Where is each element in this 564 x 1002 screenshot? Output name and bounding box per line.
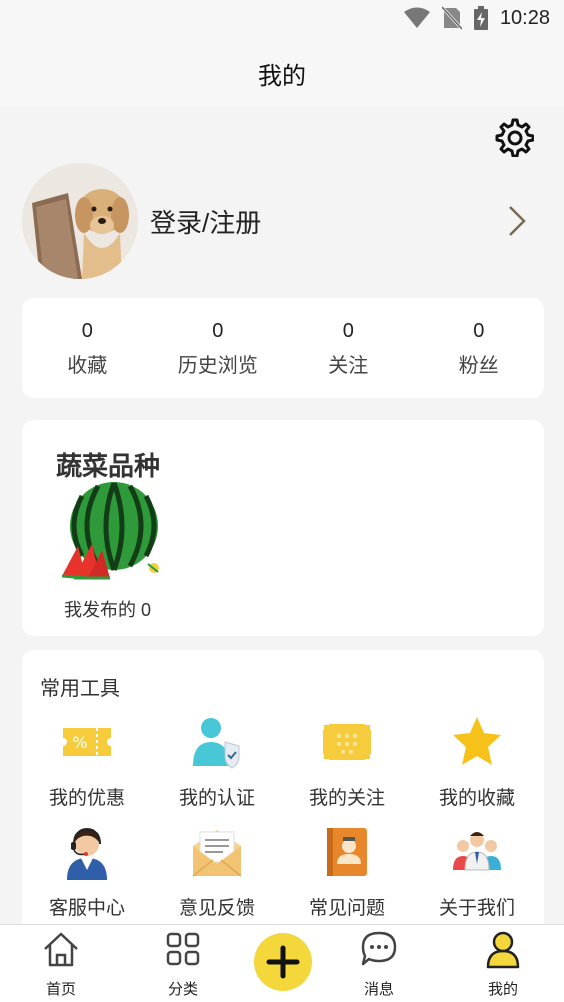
tab-messages[interactable]: 消息 <box>334 929 424 999</box>
tool-label: 我的认证 <box>178 788 255 809</box>
profile-icon <box>486 931 520 969</box>
tab-label: 消息 <box>363 981 394 998</box>
tool-my-certification[interactable]: 我的认证 <box>152 714 282 810</box>
tool-my-favorites[interactable]: 我的收藏 <box>412 714 542 810</box>
stat-label: 收藏 <box>67 355 108 377</box>
avatar[interactable] <box>22 163 138 279</box>
tool-label: 常见问题 <box>308 898 385 919</box>
no-sim-icon <box>441 6 462 30</box>
stats-card: 0 收藏 0 历史浏览 0 关注 0 粉丝 <box>22 298 544 398</box>
tool-label: 我的关注 <box>308 788 385 809</box>
battery-charging-icon <box>473 6 488 30</box>
profile-row[interactable]: 登录/注册 <box>22 163 542 279</box>
tab-label: 我的 <box>487 981 518 998</box>
grid-icon <box>166 932 200 966</box>
publish-button[interactable] <box>254 933 312 991</box>
tool-label: 我的收藏 <box>438 788 515 809</box>
tool-label: 关于我们 <box>438 898 515 919</box>
tab-label: 首页 <box>45 981 76 998</box>
certification-icon <box>193 718 240 769</box>
tool-customer-service[interactable]: 客服中心 <box>22 824 152 920</box>
tool-label: 我的优惠 <box>48 788 125 809</box>
stat-value: 0 <box>342 320 354 342</box>
page-title: 我的 <box>258 63 306 90</box>
tool-faq[interactable]: 常见问题 <box>282 824 412 920</box>
wifi-icon <box>403 7 430 28</box>
tab-category[interactable]: 分类 <box>138 929 228 999</box>
home-icon <box>44 932 78 967</box>
customer-service-icon <box>67 828 107 880</box>
tool-my-coupons[interactable]: % 我的优惠 <box>22 714 152 810</box>
stat-label: 历史浏览 <box>177 355 258 377</box>
stat-favorites[interactable]: 0 收藏 <box>22 298 153 398</box>
stat-history[interactable]: 0 历史浏览 <box>153 298 284 398</box>
tools-title: 常用工具 <box>40 678 120 700</box>
stat-value: 0 <box>81 320 93 342</box>
watermelon-icon[interactable] <box>58 480 162 584</box>
stat-value: 0 <box>473 320 485 342</box>
tool-label: 意见反馈 <box>178 898 255 919</box>
stat-value: 0 <box>212 320 224 342</box>
stat-following[interactable]: 0 关注 <box>283 298 414 398</box>
coupon-icon: % <box>63 728 111 756</box>
status-bar: 10:28 <box>0 0 564 38</box>
gear-icon[interactable] <box>494 117 534 157</box>
vegetable-card: 蔬菜品种 我发布的 0 <box>22 420 544 636</box>
chevron-right-icon[interactable] <box>508 205 526 237</box>
message-icon <box>361 931 397 966</box>
login-register-link[interactable]: 登录/注册 <box>150 203 261 240</box>
star-icon <box>453 717 501 765</box>
follow-icon <box>322 723 372 761</box>
faq-book-icon <box>327 828 367 876</box>
vegetable-title: 蔬菜品种 <box>56 451 161 481</box>
tool-label: 客服中心 <box>48 898 125 919</box>
team-icon <box>453 832 501 871</box>
tab-label: 分类 <box>167 981 198 998</box>
stat-label: 粉丝 <box>458 355 499 377</box>
svg-text:%: % <box>72 733 87 752</box>
tab-mine[interactable]: 我的 <box>458 929 548 999</box>
status-time: 10:28 <box>499 6 550 29</box>
page-header: 我的 <box>0 38 564 106</box>
tools-card: 常用工具 % 我的优惠 我的认证 我的关注 我的收藏 客服中心 意见反馈 常见问… <box>22 650 544 940</box>
plus-icon <box>266 945 300 979</box>
tab-home[interactable]: 首页 <box>16 929 106 999</box>
feedback-envelope-icon <box>192 830 242 877</box>
stat-fans[interactable]: 0 粉丝 <box>414 298 545 398</box>
tool-my-follows[interactable]: 我的关注 <box>282 714 412 810</box>
my-posts-count: 我发布的 0 <box>64 600 152 620</box>
tool-about-us[interactable]: 关于我们 <box>412 824 542 920</box>
tool-feedback[interactable]: 意见反馈 <box>152 824 282 920</box>
stat-label: 关注 <box>328 355 369 377</box>
